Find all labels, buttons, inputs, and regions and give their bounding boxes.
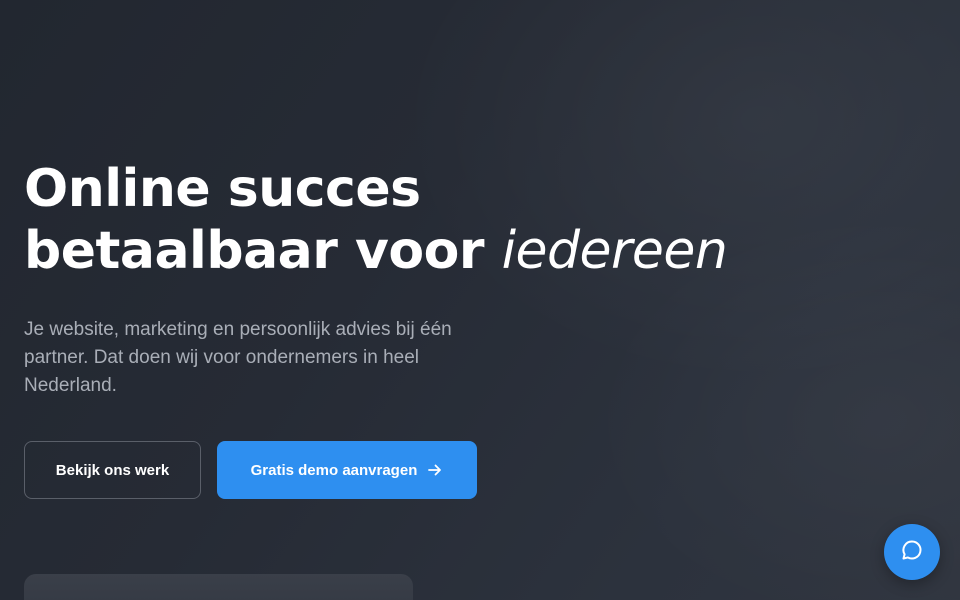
hero-headline: Online succes betaalbaar voor iedereen xyxy=(24,158,784,282)
headline-line-1: Online succes xyxy=(24,159,421,219)
hero-actions: Bekijk ons werk Gratis demo aanvragen xyxy=(24,441,784,499)
chat-bubble-icon xyxy=(900,538,924,567)
chat-button[interactable] xyxy=(884,524,940,580)
hero-section: Online succes betaalbaar voor iedereen J… xyxy=(24,158,784,499)
request-demo-button[interactable]: Gratis demo aanvragen xyxy=(217,441,477,499)
request-demo-button-label: Gratis demo aanvragen xyxy=(250,461,418,479)
headline-accent-word: iedereen xyxy=(501,221,728,281)
headline-line-2: betaalbaar voor xyxy=(24,221,485,281)
view-work-button-label: Bekijk ons werk xyxy=(55,461,170,479)
content-card-preview xyxy=(24,574,413,600)
arrow-right-icon xyxy=(427,462,443,478)
hero-subtitle: Je website, marketing en persoonlijk adv… xyxy=(24,319,452,396)
view-work-button[interactable]: Bekijk ons werk xyxy=(24,441,201,499)
